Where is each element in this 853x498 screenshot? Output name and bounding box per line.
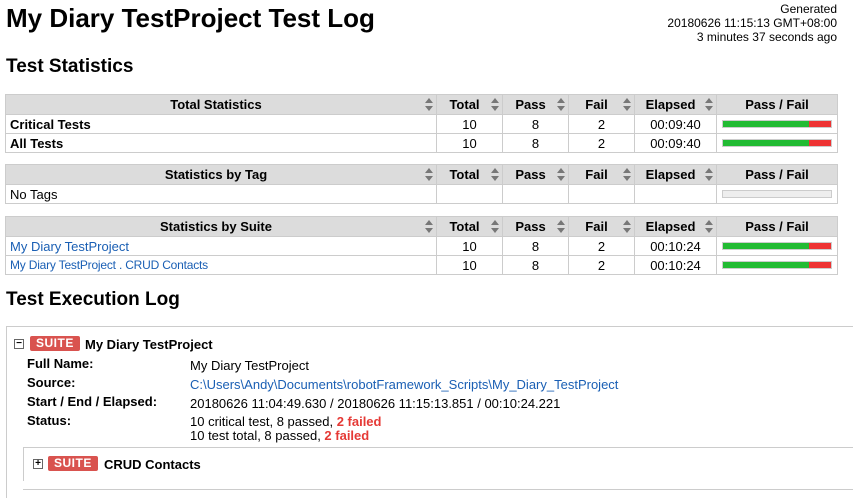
fail-column-header[interactable]: Fail <box>568 94 635 115</box>
status-value: 10 critical test, 8 passed, 2 failed 10 … <box>190 414 382 443</box>
stat-total: 10 <box>436 236 503 256</box>
stat-pass: 8 <box>502 133 569 153</box>
elapsed-column-header[interactable]: Elapsed <box>634 164 717 185</box>
times-value: 20180626 11:04:49.630 / 20180626 11:15:1… <box>190 396 561 411</box>
full-name-value: My Diary TestProject <box>190 358 309 373</box>
page-title: My Diary TestProject Test Log <box>6 3 375 33</box>
source-link[interactable]: C:\Users\Andy\Documents\robotFramework_S… <box>190 377 618 392</box>
stat-fail <box>568 184 635 204</box>
suite-stat-link[interactable]: My Diary TestProject <box>5 236 437 256</box>
total-statistics-header[interactable]: Total Statistics <box>5 94 437 115</box>
pass-fail-column-header: Pass / Fail <box>716 164 838 185</box>
stat-pass <box>502 184 569 204</box>
stat-total: 10 <box>436 133 503 153</box>
sort-icon <box>623 98 631 111</box>
sort-icon <box>623 220 631 233</box>
stat-fail: 2 <box>568 255 635 275</box>
stat-elapsed: 00:09:40 <box>634 114 717 134</box>
pass-fail-column-header: Pass / Fail <box>716 94 838 115</box>
tag-statistics-table: Statistics by Tag Total Pass Fail Elapse… <box>5 164 838 204</box>
generated-info: Generated 20180626 11:15:13 GMT+08:00 3 … <box>667 2 837 44</box>
sort-icon <box>425 220 433 233</box>
stat-elapsed: 00:10:24 <box>634 236 717 256</box>
stat-pass: 8 <box>502 236 569 256</box>
total-column-header[interactable]: Total <box>436 94 503 115</box>
suite-badge: SUITE <box>48 456 98 471</box>
stat-pass: 8 <box>502 255 569 275</box>
sort-icon <box>705 98 713 111</box>
pass-fail-bar <box>722 190 832 198</box>
table-row: Critical Tests 10 8 2 00:09:40 <box>5 114 838 134</box>
statistics-section-title: Test Statistics <box>6 56 134 77</box>
fail-column-header[interactable]: Fail <box>568 164 635 185</box>
pass-fail-bar <box>722 120 832 128</box>
stat-total: 10 <box>436 255 503 275</box>
elapsed-column-header[interactable]: Elapsed <box>634 94 717 115</box>
stat-pass: 8 <box>502 114 569 134</box>
divider <box>23 489 853 490</box>
stat-total: 10 <box>436 114 503 134</box>
stat-name: All Tests <box>5 133 437 153</box>
table-row: My Diary TestProject . CRUD Contacts 10 … <box>5 255 838 275</box>
times-label: Start / End / Elapsed: <box>27 394 158 409</box>
suite-name[interactable]: My Diary TestProject <box>85 337 213 352</box>
failed-count: 2 failed <box>336 414 382 429</box>
stat-name: Critical Tests <box>5 114 437 134</box>
pass-column-header[interactable]: Pass <box>502 216 569 237</box>
source-label: Source: <box>27 375 76 390</box>
elapsed-column-header[interactable]: Elapsed <box>634 216 717 237</box>
sort-icon <box>491 98 499 111</box>
execution-log-section-title: Test Execution Log <box>6 289 180 310</box>
stat-fail: 2 <box>568 114 635 134</box>
collapse-icon[interactable]: − <box>14 339 24 349</box>
failed-count: 2 failed <box>324 428 370 443</box>
suite-panel: − SUITE My Diary TestProject Full Name: … <box>6 326 853 498</box>
generated-timestamp: 20180626 11:15:13 GMT+08:00 <box>667 16 837 30</box>
generated-ago: 3 minutes 37 seconds ago <box>696 30 837 44</box>
sort-icon <box>557 168 565 181</box>
child-suite-panel: + SUITE CRUD Contacts <box>23 447 853 481</box>
full-name-label: Full Name: <box>27 356 94 371</box>
sort-icon <box>491 168 499 181</box>
table-row: My Diary TestProject 10 8 2 00:10:24 <box>5 236 838 256</box>
tag-statistics-header[interactable]: Statistics by Tag <box>5 164 437 185</box>
stat-elapsed: 00:09:40 <box>634 133 717 153</box>
sort-icon <box>705 168 713 181</box>
stat-fail: 2 <box>568 133 635 153</box>
fail-column-header[interactable]: Fail <box>568 216 635 237</box>
suite-badge: SUITE <box>30 336 80 351</box>
table-row: No Tags <box>5 184 838 204</box>
suite-statistics-table: Statistics by Suite Total Pass Fail Elap… <box>5 216 838 275</box>
sort-icon <box>557 220 565 233</box>
sort-icon <box>425 98 433 111</box>
total-column-header[interactable]: Total <box>436 164 503 185</box>
stat-elapsed: 00:10:24 <box>634 255 717 275</box>
sort-icon <box>491 220 499 233</box>
sort-icon <box>557 98 565 111</box>
total-statistics-table: Total Statistics Total Pass Fail Elapsed… <box>5 94 838 153</box>
total-column-header[interactable]: Total <box>436 216 503 237</box>
sort-icon <box>623 168 631 181</box>
suite-name[interactable]: CRUD Contacts <box>104 457 201 472</box>
pass-column-header[interactable]: Pass <box>502 94 569 115</box>
suite-statistics-header[interactable]: Statistics by Suite <box>5 216 437 237</box>
stat-elapsed <box>634 184 717 204</box>
pass-fail-bar <box>722 261 832 269</box>
stat-total <box>436 184 503 204</box>
stat-name: No Tags <box>5 184 437 204</box>
pass-fail-bar <box>722 242 832 250</box>
sort-icon <box>705 220 713 233</box>
status-label: Status: <box>27 413 72 428</box>
table-row: All Tests 10 8 2 00:09:40 <box>5 133 838 153</box>
generated-label: Generated <box>780 2 837 16</box>
expand-icon[interactable]: + <box>33 459 43 469</box>
sort-icon <box>425 168 433 181</box>
pass-fail-column-header: Pass / Fail <box>716 216 838 237</box>
pass-column-header[interactable]: Pass <box>502 164 569 185</box>
stat-fail: 2 <box>568 236 635 256</box>
suite-stat-link[interactable]: My Diary TestProject . CRUD Contacts <box>5 255 437 275</box>
pass-fail-bar <box>722 139 832 147</box>
